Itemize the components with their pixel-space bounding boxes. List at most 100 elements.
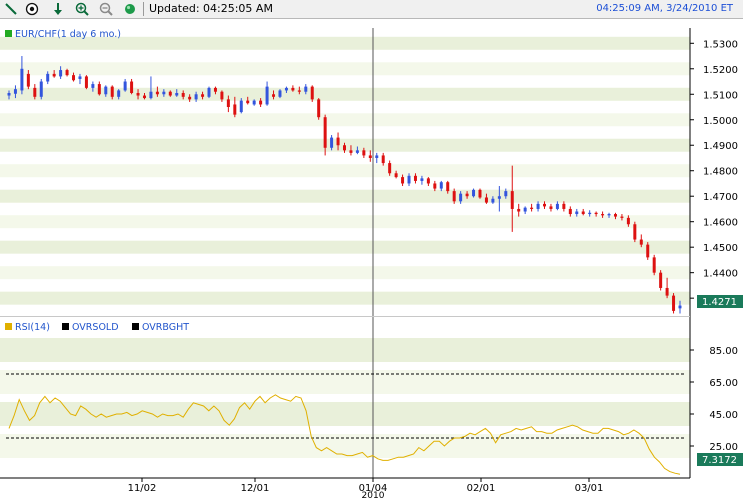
- rsi-legend-label: RSI(14): [15, 322, 50, 333]
- candle-body: [130, 81, 134, 93]
- candle-body: [59, 70, 63, 77]
- candle-body: [194, 94, 198, 100]
- timestamp: 04:25:09 AM, 3/24/2010 ET: [596, 3, 733, 14]
- price-chart-title: EUR/CHF(1 day 6 mo.): [15, 29, 121, 40]
- candle-body: [594, 212, 598, 215]
- candle-body: [317, 99, 321, 118]
- candle: [84, 75, 88, 90]
- candle-body: [575, 211, 579, 215]
- last-price-value: 1.4271: [702, 297, 737, 308]
- candle-body: [188, 96, 192, 100]
- candle: [672, 293, 676, 314]
- candle: [581, 208, 585, 216]
- candle: [523, 206, 527, 215]
- candle-body: [407, 175, 411, 184]
- candle-body: [497, 196, 501, 199]
- candle-body: [401, 177, 405, 184]
- green-dot-icon[interactable]: [122, 1, 138, 17]
- candle-body: [72, 75, 76, 81]
- candle-body: [297, 90, 301, 92]
- candle-body: [484, 197, 488, 203]
- candle-body: [162, 91, 166, 95]
- candle: [123, 78, 127, 92]
- x-tick-label: 12/01: [241, 483, 270, 494]
- zoom-in-icon[interactable]: [74, 1, 90, 17]
- price-legend-swatch: [5, 30, 12, 37]
- candle-body: [465, 193, 469, 197]
- candle: [665, 277, 669, 299]
- candle-body: [472, 189, 476, 197]
- candle: [78, 73, 82, 85]
- arrow-down-icon[interactable]: [50, 1, 66, 17]
- candle-body: [323, 117, 327, 148]
- candle-body: [601, 214, 605, 216]
- rsi-tick-label: 85.00: [709, 346, 738, 357]
- x-tick-label: 02/01: [467, 483, 496, 494]
- candle-body: [375, 155, 379, 158]
- candle-body: [510, 191, 514, 209]
- draw-line-icon[interactable]: [3, 1, 19, 17]
- rsi-tick-label: 25.00: [709, 442, 738, 453]
- candle-body: [246, 100, 250, 104]
- price-tick-label: 1.4400: [703, 269, 738, 280]
- candle: [433, 180, 437, 192]
- candle: [652, 254, 656, 276]
- candle-body: [265, 86, 269, 105]
- candle: [97, 81, 101, 96]
- candle-body: [291, 87, 295, 91]
- rsi-tick-label: 45.00: [709, 410, 738, 421]
- candle-body: [413, 175, 417, 181]
- candle-body: [26, 73, 30, 87]
- candle: [39, 78, 43, 100]
- candle-body: [78, 76, 82, 79]
- candle-body: [272, 94, 276, 97]
- zoom-out-icon[interactable]: [98, 1, 114, 17]
- candle-body: [433, 183, 437, 189]
- candle: [426, 177, 430, 187]
- candle-body: [110, 86, 114, 97]
- candle-body: [97, 84, 101, 95]
- candle: [439, 180, 443, 192]
- price-band: [0, 266, 690, 280]
- candle-body: [478, 189, 482, 198]
- x-year-label: 2010: [362, 491, 385, 499]
- candle-body: [607, 214, 611, 216]
- candle: [130, 78, 134, 95]
- chart-area: EUR/CHF(1 day 6 mo.) 1.5300 1.5200 1.5100 1…: [0, 28, 743, 499]
- candle-body: [555, 203, 559, 209]
- price-tick-label: 1.5300: [703, 39, 738, 50]
- candle-body: [446, 182, 450, 192]
- candle: [381, 152, 385, 166]
- crosshair-icon[interactable]: [24, 1, 40, 17]
- candle: [568, 206, 572, 217]
- candle-body: [639, 239, 643, 245]
- candle-body: [394, 173, 398, 178]
- rsi-band: [0, 402, 690, 426]
- candle-body: [452, 191, 456, 202]
- candle-body: [459, 193, 463, 202]
- candle-body: [284, 87, 288, 91]
- candle-body: [368, 155, 372, 158]
- candle-body: [678, 305, 682, 309]
- candle-body: [349, 150, 353, 153]
- price-band: [0, 87, 690, 101]
- candle: [633, 221, 637, 243]
- price-tick-label: 1.4800: [703, 167, 738, 178]
- candle-body: [439, 182, 443, 189]
- candle-body: [52, 73, 56, 77]
- ovrbght-legend-label: OVRBGHT: [142, 322, 189, 333]
- candle-body: [181, 92, 185, 97]
- candle-body: [530, 207, 534, 209]
- candle-body: [226, 99, 230, 108]
- price-tick-label: 1.5100: [703, 90, 738, 101]
- candle-body: [175, 92, 179, 96]
- candle-body: [381, 155, 385, 164]
- last-price-tag: 1.4271: [697, 295, 743, 308]
- x-axis: 11/02 12/01 01/04 02/01 03/012010: [0, 477, 690, 499]
- candle: [368, 150, 372, 162]
- candle-body: [239, 100, 243, 113]
- candle-body: [543, 203, 547, 207]
- candle-body: [20, 68, 24, 91]
- candle-body: [504, 191, 508, 197]
- candle-body: [523, 207, 527, 212]
